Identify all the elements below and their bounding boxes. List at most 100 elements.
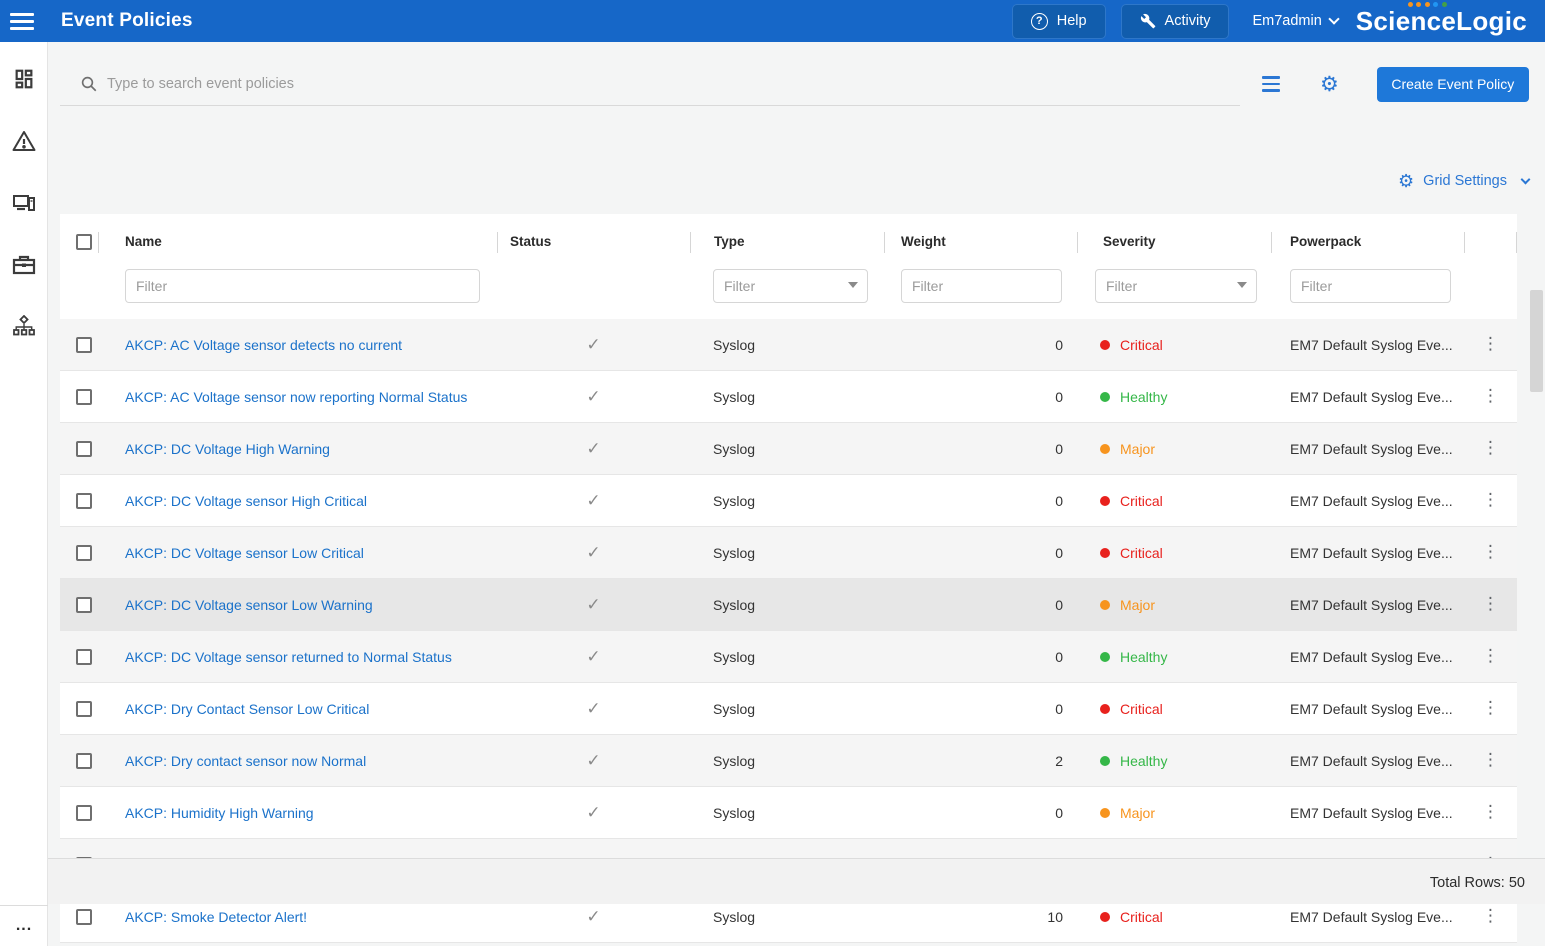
- name-filter-input[interactable]: [125, 269, 480, 303]
- policy-type: Syslog: [713, 805, 755, 821]
- status-enabled-check-icon: ✓: [586, 751, 600, 771]
- page-title: Event Policies: [61, 10, 193, 32]
- activity-button[interactable]: Activity: [1121, 4, 1230, 39]
- policy-name-link[interactable]: AKCP: Dry Contact Sensor Low Critical: [125, 701, 369, 717]
- policy-name-link[interactable]: AKCP: DC Voltage sensor returned to Norm…: [125, 649, 452, 665]
- policy-type: Syslog: [713, 545, 755, 561]
- policy-name-link[interactable]: AKCP: DC Voltage High Warning: [125, 441, 330, 457]
- policy-name-link[interactable]: AKCP: Humidity High Warning: [125, 805, 314, 821]
- grid-settings-control[interactable]: ⚙ Grid Settings: [1398, 172, 1529, 190]
- table-row: AKCP: DC Voltage sensor Low Critical ✓ S…: [60, 527, 1517, 579]
- sidebar-more-icon[interactable]: ...: [0, 905, 48, 946]
- column-header-severity[interactable]: Severity: [1077, 214, 1271, 269]
- severity-dot-icon: [1100, 600, 1110, 610]
- policy-name-link[interactable]: AKCP: DC Voltage sensor High Critical: [125, 493, 367, 509]
- row-checkbox[interactable]: [76, 441, 92, 457]
- row-actions-kebab-icon[interactable]: ⋮: [1482, 648, 1499, 665]
- row-actions-kebab-icon[interactable]: ⋮: [1482, 544, 1499, 561]
- policy-name-link[interactable]: AKCP: Smoke Detector Alert!: [125, 909, 307, 925]
- column-header-name[interactable]: Name: [98, 214, 497, 269]
- main-content: ⚙ Create Event Policy ⚙ Grid Settings Na…: [48, 42, 1545, 946]
- table-footer: Total Rows: 50: [48, 858, 1545, 904]
- table-row: AKCP: Humidity High Warning ✓ Syslog 0 M…: [60, 787, 1517, 839]
- events-icon[interactable]: [11, 128, 37, 154]
- list-view-icon[interactable]: [1262, 76, 1280, 92]
- policy-name-link[interactable]: AKCP: AC Voltage sensor detects no curre…: [125, 337, 402, 353]
- severity-label: Major: [1120, 597, 1155, 613]
- powerpack-name: EM7 Default Syslog Eve...: [1290, 909, 1453, 925]
- severity-filter-select[interactable]: [1095, 269, 1257, 303]
- help-button[interactable]: ? Help: [1012, 4, 1106, 39]
- help-icon: ?: [1031, 13, 1048, 30]
- severity-dot-icon: [1100, 444, 1110, 454]
- user-label: Em7admin: [1252, 13, 1321, 29]
- row-checkbox[interactable]: [76, 701, 92, 717]
- sciencelogic-logo: ScienceLogic: [1356, 6, 1527, 37]
- row-actions-kebab-icon[interactable]: ⋮: [1482, 440, 1499, 457]
- dashboards-icon[interactable]: [11, 66, 37, 92]
- search-icon: [80, 75, 98, 93]
- column-header-powerpack[interactable]: Powerpack: [1271, 214, 1464, 269]
- status-enabled-check-icon: ✓: [586, 907, 600, 927]
- status-enabled-check-icon: ✓: [586, 595, 600, 615]
- row-actions-kebab-icon[interactable]: ⋮: [1482, 908, 1499, 925]
- row-actions-kebab-icon[interactable]: ⋮: [1482, 388, 1499, 405]
- severity-label: Healthy: [1120, 389, 1167, 405]
- table-header-row: Name Status Type Weight Severity Powerpa…: [60, 214, 1517, 269]
- powerpack-name: EM7 Default Syslog Eve...: [1290, 805, 1453, 821]
- severity-label: Critical: [1120, 337, 1163, 353]
- severity-dot-icon: [1100, 652, 1110, 662]
- policy-name-link[interactable]: AKCP: DC Voltage sensor Low Critical: [125, 545, 364, 561]
- row-checkbox[interactable]: [76, 753, 92, 769]
- row-actions-kebab-icon[interactable]: ⋮: [1482, 752, 1499, 769]
- search-input[interactable]: [107, 76, 1240, 92]
- grid-settings-gear-icon: ⚙: [1398, 172, 1414, 190]
- policy-weight: 0: [1055, 701, 1063, 717]
- column-header-weight[interactable]: Weight: [884, 214, 1077, 269]
- user-menu[interactable]: Em7admin: [1252, 13, 1337, 29]
- row-checkbox[interactable]: [76, 597, 92, 613]
- row-checkbox[interactable]: [76, 337, 92, 353]
- row-checkbox[interactable]: [76, 545, 92, 561]
- business-services-icon[interactable]: [11, 252, 37, 278]
- devices-icon[interactable]: [11, 190, 37, 216]
- severity-label: Critical: [1120, 701, 1163, 717]
- row-actions-kebab-icon[interactable]: ⋮: [1482, 804, 1499, 821]
- weight-filter-input[interactable]: [901, 269, 1062, 303]
- left-nav-sidebar: ...: [0, 42, 48, 946]
- row-checkbox[interactable]: [76, 805, 92, 821]
- vertical-scrollbar-thumb[interactable]: [1530, 290, 1543, 392]
- row-actions-kebab-icon[interactable]: ⋮: [1482, 596, 1499, 613]
- policy-type: Syslog: [713, 701, 755, 717]
- policy-name-link[interactable]: AKCP: Dry contact sensor now Normal: [125, 753, 366, 769]
- powerpack-name: EM7 Default Syslog Eve...: [1290, 597, 1453, 613]
- row-actions-kebab-icon[interactable]: ⋮: [1482, 492, 1499, 509]
- severity-dot-icon: [1100, 912, 1110, 922]
- row-checkbox[interactable]: [76, 649, 92, 665]
- severity-dot-icon: [1100, 340, 1110, 350]
- severity-label: Healthy: [1120, 649, 1167, 665]
- policy-name-link[interactable]: AKCP: DC Voltage sensor Low Warning: [125, 597, 373, 613]
- status-enabled-check-icon: ✓: [586, 543, 600, 563]
- row-checkbox[interactable]: [76, 909, 92, 925]
- settings-gear-icon[interactable]: ⚙: [1320, 74, 1339, 95]
- row-actions-kebab-icon[interactable]: ⋮: [1482, 700, 1499, 717]
- row-checkbox[interactable]: [76, 493, 92, 509]
- row-checkbox[interactable]: [76, 389, 92, 405]
- severity-label: Critical: [1120, 493, 1163, 509]
- policy-name-link[interactable]: AKCP: AC Voltage sensor now reporting No…: [125, 389, 467, 405]
- select-all-checkbox[interactable]: [76, 234, 92, 250]
- event-policies-table: Name Status Type Weight Severity Powerpa…: [60, 214, 1517, 943]
- type-filter-select[interactable]: [713, 269, 868, 303]
- column-header-actions: [1464, 214, 1517, 269]
- table-row: AKCP: Dry contact sensor now Normal ✓ Sy…: [60, 735, 1517, 787]
- row-actions-kebab-icon[interactable]: ⋮: [1482, 336, 1499, 353]
- create-event-policy-button[interactable]: Create Event Policy: [1377, 67, 1529, 102]
- menu-hamburger-icon[interactable]: [10, 13, 34, 30]
- powerpack-filter-input[interactable]: [1290, 269, 1451, 303]
- column-header-type[interactable]: Type: [690, 214, 884, 269]
- column-header-status[interactable]: Status: [497, 214, 690, 269]
- powerpack-name: EM7 Default Syslog Eve...: [1290, 701, 1453, 717]
- maps-icon[interactable]: [11, 314, 37, 340]
- severity-label: Critical: [1120, 545, 1163, 561]
